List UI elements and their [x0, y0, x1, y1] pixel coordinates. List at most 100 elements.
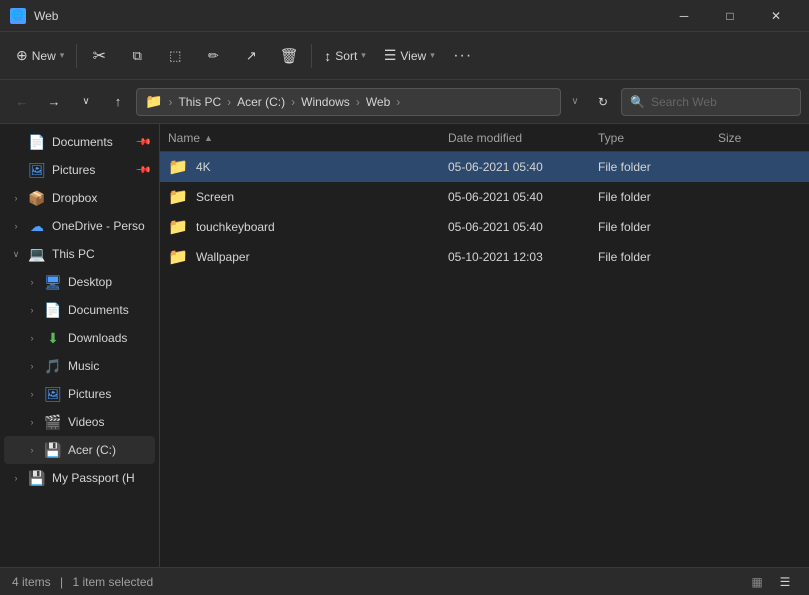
pin-icon-pictures: 📌 — [134, 162, 151, 179]
main-content: 📄Documents📌🖼Pictures📌›📦Dropbox›☁OneDrive… — [0, 124, 809, 567]
item-label-videos: Videos — [68, 415, 149, 429]
pin-icon-documents: 📌 — [134, 134, 151, 151]
copy-button[interactable]: ⧉ — [119, 38, 155, 74]
file-row-touchkeyboard[interactable]: 📁 touchkeyboard 05-06-2021 05:40 File fo… — [160, 212, 809, 242]
path-item-acerc[interactable]: Acer (C:) — [237, 95, 285, 109]
col-header-name[interactable]: Name ▲ — [160, 124, 440, 151]
sidebar-item-pictures[interactable]: 🖼Pictures📌 — [4, 156, 155, 184]
up-button[interactable]: ↑ — [104, 88, 132, 116]
file-row-4k[interactable]: 📁 4K 05-06-2021 05:40 File folder — [160, 152, 809, 182]
col-header-date[interactable]: Date modified — [440, 124, 590, 151]
path-sep-2: › — [227, 95, 231, 109]
sidebar-item-desktop[interactable]: ›🖥Desktop — [4, 268, 155, 296]
col-type-label: Type — [598, 131, 624, 145]
minimize-button[interactable]: ─ — [661, 0, 707, 32]
grid-view-toggle[interactable]: ▦ — [745, 570, 769, 594]
path-item-windows[interactable]: Windows — [301, 95, 350, 109]
sidebar-item-onedrive[interactable]: ›☁OneDrive - Perso — [4, 212, 155, 240]
col-date-label: Date modified — [448, 131, 522, 145]
refresh-button[interactable]: ↻ — [589, 88, 617, 116]
item-label-documents2: Documents — [68, 303, 149, 317]
path-folder-icon: 📁 — [145, 93, 162, 110]
back-button[interactable]: ← — [8, 88, 36, 116]
new-dropdown-icon: ▾ — [60, 50, 65, 61]
expand-icon-thispc: ∨ — [10, 249, 22, 260]
close-button[interactable]: ✕ — [753, 0, 799, 32]
expand-icon-music: › — [26, 361, 38, 371]
file-list-header: Name ▲ Date modified Type Size — [160, 124, 809, 152]
expand-icon-documents2: › — [26, 305, 38, 315]
item-label-onedrive: OneDrive - Perso — [52, 219, 149, 233]
separator-1 — [76, 44, 77, 68]
item-icon-videos: 🎬 — [44, 414, 62, 431]
title-bar: 🌐 Web ─ □ ✕ — [0, 0, 809, 32]
status-left: 4 items | 1 item selected — [12, 575, 153, 589]
item-label-thispc: This PC — [52, 247, 149, 261]
view-icon: ☰ — [384, 47, 397, 64]
more-button[interactable]: ··· — [445, 38, 481, 74]
maximize-button[interactable]: □ — [707, 0, 753, 32]
sidebar-item-thispc[interactable]: ∨💻This PC — [4, 240, 155, 268]
file-name-wallpaper: Wallpaper — [188, 250, 440, 264]
app-icon: 🌐 — [10, 8, 26, 24]
sort-icon: ↕ — [324, 48, 331, 64]
rename-button[interactable]: ✏ — [195, 38, 231, 74]
file-name-screen: Screen — [188, 190, 440, 204]
file-date-screen: 05-06-2021 05:40 — [440, 190, 590, 204]
sidebar-item-music[interactable]: ›🎵Music — [4, 352, 155, 380]
separator-2 — [311, 44, 312, 68]
forward-button[interactable]: → — [40, 88, 68, 116]
item-icon-pictures: 🖼 — [28, 162, 46, 179]
col-sort-icon: ▲ — [204, 133, 213, 143]
file-type-4k: File folder — [590, 160, 710, 174]
selected-count: 1 item selected — [73, 575, 154, 589]
file-type-screen: File folder — [590, 190, 710, 204]
file-icon-screen: 📁 — [168, 187, 188, 207]
item-label-dropbox: Dropbox — [52, 191, 149, 205]
sort-button[interactable]: ↕ Sort ▾ — [316, 38, 374, 74]
path-item-web[interactable]: Web — [366, 95, 390, 109]
item-label-desktop: Desktop — [68, 275, 149, 289]
sidebar-item-documents[interactable]: 📄Documents📌 — [4, 128, 155, 156]
list-view-toggle[interactable]: ☰ — [773, 570, 797, 594]
file-type-wallpaper: File folder — [590, 250, 710, 264]
file-rows: 📁 4K 05-06-2021 05:40 File folder 📁 Scre… — [160, 152, 809, 272]
up-expand-button[interactable]: ∨ — [72, 88, 100, 116]
item-label-pictures2: Pictures — [68, 387, 149, 401]
paste-button[interactable]: ⬚ — [157, 38, 193, 74]
expand-icon-onedrive: › — [10, 221, 22, 231]
expand-icon-dropbox: › — [10, 193, 22, 203]
file-row-wallpaper[interactable]: 📁 Wallpaper 05-10-2021 12:03 File folder — [160, 242, 809, 272]
address-path[interactable]: 📁 › This PC › Acer (C:) › Windows › Web … — [136, 88, 561, 116]
sidebar-item-acerc[interactable]: ›💾Acer (C:) — [4, 436, 155, 464]
item-icon-dropbox: 📦 — [28, 190, 46, 207]
item-count: 4 items — [12, 575, 51, 589]
view-dropdown-icon: ▾ — [430, 50, 435, 61]
view-button[interactable]: ☰ View ▾ — [376, 38, 443, 74]
delete-button[interactable]: 🗑 — [271, 38, 307, 74]
search-box[interactable]: 🔍 Search Web — [621, 88, 801, 116]
sidebar-item-videos[interactable]: › 🎬 Videos — [4, 408, 155, 436]
new-button[interactable]: ⊕ New ▾ — [8, 38, 72, 74]
file-row-screen[interactable]: 📁 Screen 05-06-2021 05:40 File folder — [160, 182, 809, 212]
address-dropdown-button[interactable]: ∨ — [565, 88, 585, 116]
file-name-touchkeyboard: touchkeyboard — [188, 220, 440, 234]
col-name-label: Name — [168, 131, 200, 145]
sidebar: 📄Documents📌🖼Pictures📌›📦Dropbox›☁OneDrive… — [0, 124, 160, 567]
expand-icon-videos: › — [26, 417, 38, 427]
sidebar-item-pictures2[interactable]: ›🖼Pictures — [4, 380, 155, 408]
path-item-thispc[interactable]: This PC — [178, 95, 221, 109]
sidebar-item-documents2[interactable]: ›📄Documents — [4, 296, 155, 324]
sidebar-item-downloads[interactable]: ›⬇Downloads — [4, 324, 155, 352]
cut-button[interactable]: ✂ — [81, 38, 117, 74]
search-placeholder: Search Web — [651, 95, 717, 109]
path-sep-4: › — [356, 95, 360, 109]
file-list: Name ▲ Date modified Type Size 📁 4K 05-0… — [160, 124, 809, 567]
sidebar-item-mypassport[interactable]: ›💾My Passport (H — [4, 464, 155, 492]
col-header-type[interactable]: Type — [590, 124, 710, 151]
file-icon-touchkeyboard: 📁 — [168, 217, 188, 237]
sidebar-item-dropbox[interactable]: › 📦 Dropbox — [4, 184, 155, 212]
share-button[interactable]: ↗ — [233, 38, 269, 74]
search-icon: 🔍 — [630, 95, 645, 109]
col-header-size[interactable]: Size — [710, 124, 790, 151]
